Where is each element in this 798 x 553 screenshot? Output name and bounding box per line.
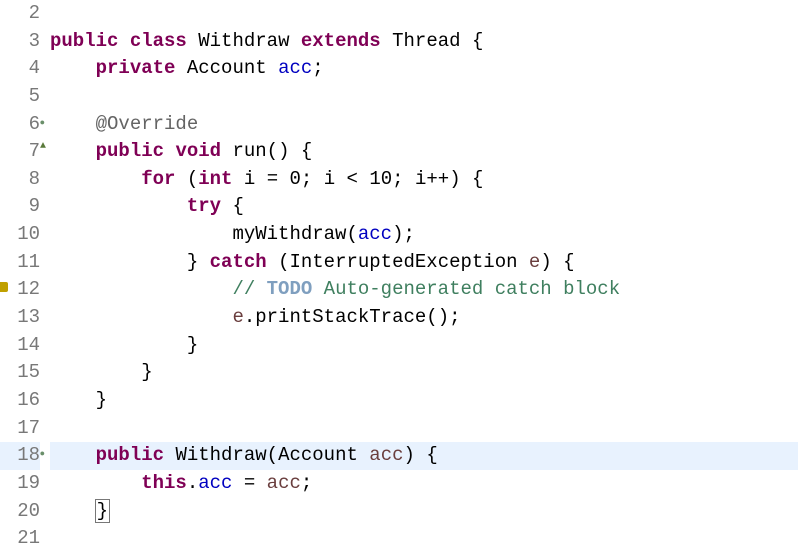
line-number: 5 bbox=[0, 83, 40, 111]
code-line: this.acc = acc; bbox=[50, 470, 798, 498]
todo-marker-icon bbox=[0, 282, 8, 292]
line-number: 4 bbox=[0, 55, 40, 83]
code-line: private Account acc; bbox=[50, 55, 798, 83]
line-number: 11 bbox=[0, 249, 40, 277]
code-line: // TODO Auto-generated catch block bbox=[50, 276, 798, 304]
code-line: } bbox=[50, 359, 798, 387]
code-line: e.printStackTrace(); bbox=[50, 304, 798, 332]
code-line bbox=[50, 83, 798, 111]
code-editor: 2 3 4 5 6● ▲7 8 9 10 11 12 13 14 15 16 1… bbox=[0, 0, 798, 553]
code-line: } bbox=[50, 332, 798, 360]
code-line: } bbox=[50, 387, 798, 415]
code-line: } catch (InterruptedException e) { bbox=[50, 249, 798, 277]
line-number: 6● bbox=[0, 111, 40, 139]
line-number: 18● bbox=[0, 442, 40, 470]
code-line: for (int i = 0; i < 10; i++) { bbox=[50, 166, 798, 194]
code-line: myWithdraw(acc); bbox=[50, 221, 798, 249]
line-number: 19 bbox=[0, 470, 40, 498]
line-number-gutter: 2 3 4 5 6● ▲7 8 9 10 11 12 13 14 15 16 1… bbox=[0, 0, 44, 553]
method-marker-icon: ● bbox=[40, 448, 45, 461]
line-number: 12 bbox=[0, 276, 40, 304]
line-number: 3 bbox=[0, 28, 40, 56]
line-number: 17 bbox=[0, 415, 40, 443]
line-number: 16 bbox=[0, 387, 40, 415]
override-triangle-icon: ▲ bbox=[40, 140, 46, 155]
line-number: 8 bbox=[0, 166, 40, 194]
code-line: public class Withdraw extends Thread { bbox=[50, 28, 798, 56]
override-marker-icon: ● bbox=[40, 117, 45, 130]
line-number: 14 bbox=[0, 332, 40, 360]
line-number: 9 bbox=[0, 193, 40, 221]
line-number: 2 bbox=[0, 0, 40, 28]
line-number: 10 bbox=[0, 221, 40, 249]
code-line: @Override bbox=[50, 111, 798, 139]
code-line: try { bbox=[50, 193, 798, 221]
code-line bbox=[50, 415, 798, 443]
line-number: 20 bbox=[0, 498, 40, 526]
code-area[interactable]: public class Withdraw extends Thread { p… bbox=[44, 0, 798, 553]
code-line: } bbox=[50, 498, 798, 526]
bracket-match: } bbox=[95, 499, 110, 523]
code-line bbox=[50, 0, 798, 28]
code-line-highlighted: public Withdraw(Account acc) { bbox=[50, 442, 798, 470]
line-number: 13 bbox=[0, 304, 40, 332]
line-number: ▲7 bbox=[0, 138, 40, 166]
line-number: 21 bbox=[0, 525, 40, 553]
code-line: public void run() { bbox=[50, 138, 798, 166]
line-number: 15 bbox=[0, 359, 40, 387]
code-line bbox=[50, 525, 798, 553]
